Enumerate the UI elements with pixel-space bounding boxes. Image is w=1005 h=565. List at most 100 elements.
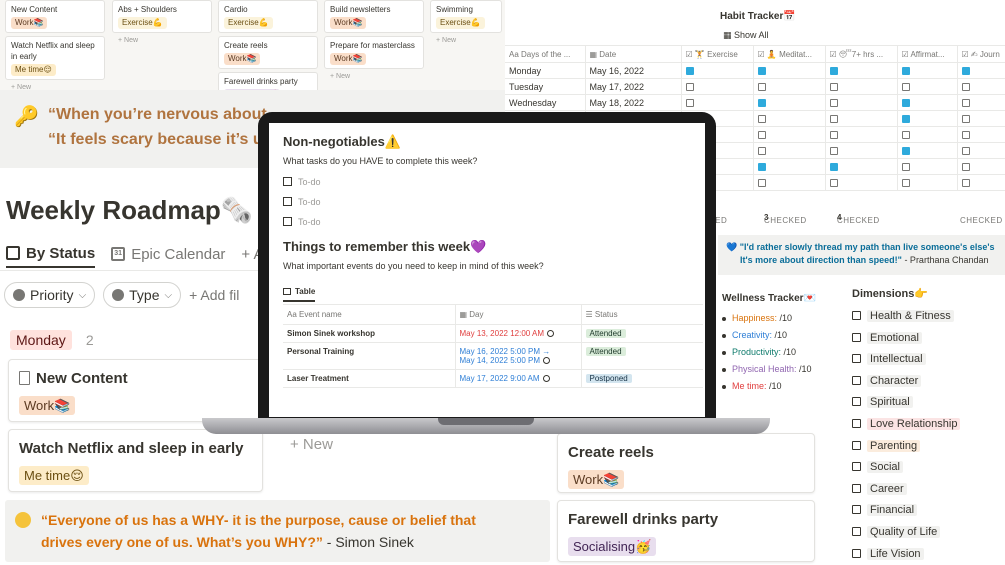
checkbox-unchecked[interactable] bbox=[852, 375, 861, 385]
event-day[interactable]: May 13, 2022 12:00 AM bbox=[455, 324, 582, 343]
mini-card[interactable]: Watch Netflix and sleep in early Me time😌 bbox=[5, 36, 105, 80]
dimension-label: Love Relationship bbox=[867, 417, 961, 430]
checkbox-unchecked[interactable] bbox=[757, 179, 766, 188]
habit-col-header[interactable]: ☑ Affirmat... bbox=[897, 45, 958, 63]
checkbox-unchecked[interactable] bbox=[901, 163, 910, 172]
checkbox-unchecked[interactable] bbox=[757, 115, 766, 124]
checkbox-unchecked[interactable] bbox=[829, 179, 838, 188]
checkbox-unchecked[interactable] bbox=[829, 99, 838, 108]
quote-author: - Simon Sinek bbox=[322, 534, 414, 550]
checkbox-unchecked[interactable] bbox=[852, 354, 861, 364]
mini-card[interactable]: Prepare for masterclass Work📚 bbox=[324, 36, 424, 69]
add-filter-button[interactable]: + Add fil bbox=[189, 287, 239, 303]
habit-col-header[interactable]: Aa Days of the ... bbox=[505, 45, 586, 63]
card-watch-netflix[interactable]: Watch Netflix and sleep in early Me time… bbox=[8, 429, 263, 492]
event-status[interactable]: Postponed bbox=[581, 369, 703, 388]
checkbox-unchecked[interactable] bbox=[829, 83, 838, 92]
col-header-status[interactable]: ☰ Status bbox=[581, 304, 703, 325]
checkbox-unchecked[interactable] bbox=[961, 131, 970, 140]
mini-card[interactable]: Swimming Exercise💪 bbox=[430, 0, 502, 33]
checkbox-unchecked[interactable] bbox=[901, 179, 910, 188]
mini-card[interactable]: New Content Work📚 bbox=[5, 0, 105, 33]
todo-placeholder[interactable]: To-do bbox=[298, 197, 321, 207]
checkbox-unchecked[interactable] bbox=[901, 83, 910, 92]
checkbox-checked[interactable] bbox=[901, 67, 910, 76]
habit-col-header[interactable]: ☑ 😴7+ hrs ... bbox=[825, 45, 898, 63]
checkbox-unchecked[interactable] bbox=[961, 99, 970, 108]
checkbox-checked[interactable] bbox=[757, 99, 766, 108]
checkbox-checked[interactable] bbox=[757, 67, 766, 76]
checkbox-unchecked[interactable] bbox=[961, 115, 970, 124]
todo-placeholder[interactable]: To-do bbox=[298, 177, 321, 187]
mini-card[interactable]: Create reels Work📚 bbox=[218, 36, 318, 69]
checkbox-unchecked[interactable] bbox=[961, 147, 970, 156]
checkbox-unchecked[interactable] bbox=[829, 115, 838, 124]
checkbox-unchecked[interactable] bbox=[901, 131, 910, 140]
checkbox-unchecked[interactable] bbox=[961, 163, 970, 172]
wellness-score: /10 bbox=[781, 347, 797, 357]
checkbox-checked[interactable] bbox=[901, 115, 910, 124]
filter-priority[interactable]: Priority ⌵ bbox=[4, 282, 96, 308]
mini-card[interactable]: Build newsletters Work📚 bbox=[324, 0, 424, 33]
checkbox-checked[interactable] bbox=[829, 67, 838, 76]
tab-epic-calendar[interactable]: 31 Epic Calendar bbox=[111, 240, 225, 268]
event-day[interactable]: May 16, 2022 5:00 PM → May 14, 2022 5:00 … bbox=[455, 342, 582, 370]
checkbox-unchecked[interactable] bbox=[685, 83, 694, 92]
quote-top-line2: “It feels scary because it’s u bbox=[48, 131, 263, 148]
card-farewell-drinks[interactable]: Farewell drinks party Socialising🥳 bbox=[557, 500, 815, 562]
checkbox-unchecked[interactable] bbox=[757, 147, 766, 156]
checkbox-unchecked[interactable] bbox=[852, 332, 861, 342]
mini-card[interactable]: Abs + Shoulders Exercise💪 bbox=[112, 0, 212, 33]
new-card-button[interactable]: + New bbox=[430, 36, 502, 46]
todo-checkbox[interactable] bbox=[283, 197, 292, 206]
tab-table[interactable]: Table bbox=[283, 283, 316, 302]
checkbox-unchecked[interactable] bbox=[757, 131, 766, 140]
checkbox-checked[interactable] bbox=[829, 163, 838, 172]
checkbox-unchecked[interactable] bbox=[852, 483, 861, 493]
checkbox-checked[interactable] bbox=[901, 147, 910, 156]
show-all-button[interactable]: ▦ Show All bbox=[723, 30, 769, 41]
checkbox-unchecked[interactable] bbox=[852, 418, 861, 428]
event-name[interactable]: Simon Sinek workshop bbox=[283, 324, 456, 343]
checkbox-checked[interactable] bbox=[901, 99, 910, 108]
event-status[interactable]: Attended bbox=[581, 342, 703, 370]
col-header-day[interactable]: ▦ Day bbox=[455, 304, 582, 325]
new-card-button[interactable]: + New bbox=[324, 72, 424, 82]
event-status[interactable]: Attended bbox=[581, 324, 703, 343]
checkbox-property-icon: ☑ bbox=[961, 49, 971, 59]
checkbox-unchecked[interactable] bbox=[852, 462, 861, 472]
checkbox-unchecked[interactable] bbox=[685, 99, 694, 108]
card-new-content[interactable]: New Content Work📚 bbox=[8, 359, 263, 422]
event-day[interactable]: May 17, 2022 9:00 AM bbox=[455, 369, 582, 388]
checkbox-unchecked[interactable] bbox=[757, 83, 766, 92]
todo-checkbox[interactable] bbox=[283, 217, 292, 226]
checkbox-unchecked[interactable] bbox=[852, 440, 861, 450]
habit-col-header[interactable]: ☑ 🧘 Meditat... bbox=[753, 45, 826, 63]
event-name[interactable]: Laser Treatment bbox=[283, 369, 456, 388]
checkbox-unchecked[interactable] bbox=[852, 397, 861, 407]
checkbox-checked[interactable] bbox=[685, 67, 694, 76]
new-card-button[interactable]: + New bbox=[112, 36, 212, 46]
checkbox-unchecked[interactable] bbox=[829, 147, 838, 156]
new-card-button[interactable]: + New bbox=[290, 436, 333, 453]
checkbox-unchecked[interactable] bbox=[852, 526, 861, 536]
checkbox-checked[interactable] bbox=[961, 67, 970, 76]
checkbox-checked[interactable] bbox=[757, 163, 766, 172]
habit-col-header[interactable]: ☑ ✍ Journ bbox=[957, 45, 1005, 63]
checkbox-unchecked[interactable] bbox=[852, 311, 861, 320]
checkbox-unchecked[interactable] bbox=[961, 179, 970, 188]
checkbox-unchecked[interactable] bbox=[961, 83, 970, 92]
col-header-event-name[interactable]: Aa Event name bbox=[283, 304, 456, 325]
checkbox-unchecked[interactable] bbox=[852, 505, 861, 515]
habit-col-header[interactable]: ▦ Date bbox=[585, 45, 682, 63]
checkbox-unchecked[interactable] bbox=[852, 548, 861, 558]
mini-card[interactable]: Cardio Exercise💪 bbox=[218, 0, 318, 33]
tab-by-status[interactable]: By Status bbox=[6, 240, 96, 268]
checkbox-unchecked[interactable] bbox=[829, 131, 838, 140]
todo-placeholder[interactable]: To-do bbox=[298, 217, 321, 227]
filter-type[interactable]: Type ⌵ bbox=[103, 282, 182, 308]
event-name[interactable]: Personal Training bbox=[283, 342, 456, 370]
card-create-reels[interactable]: Create reels Work📚 bbox=[557, 433, 815, 493]
habit-col-header[interactable]: ☑ 🏋 Exercise bbox=[681, 45, 754, 63]
todo-checkbox[interactable] bbox=[283, 177, 292, 186]
